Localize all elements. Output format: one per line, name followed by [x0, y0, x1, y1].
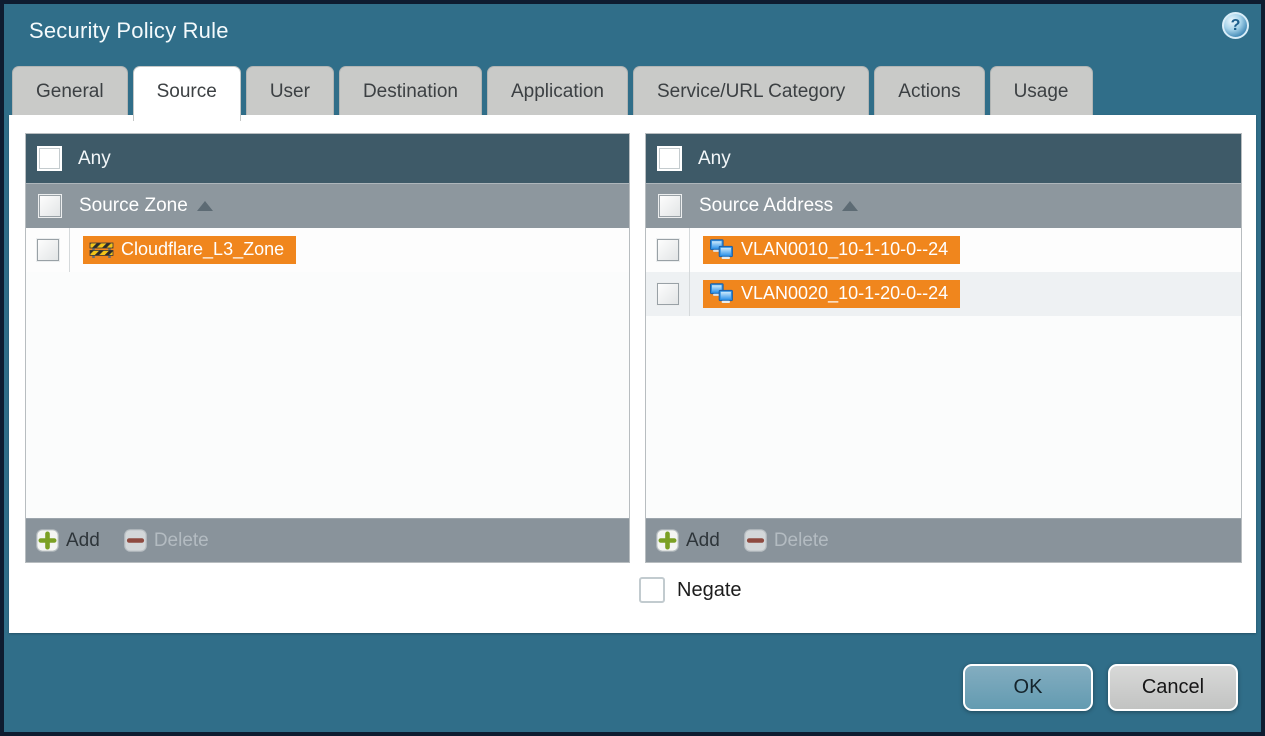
source-zone-any-header: Any [26, 134, 629, 183]
add-icon [36, 529, 59, 552]
dialog-title: Security Policy Rule [29, 18, 229, 43]
sort-ascending-icon [196, 201, 213, 211]
table-row: VLAN0010_10-1-10-0--24 [646, 228, 1241, 272]
cancel-button[interactable]: Cancel [1108, 664, 1238, 711]
tab-destination[interactable]: Destination [338, 66, 482, 115]
title-bar: Security Policy Rule ? [4, 4, 1261, 62]
negate-label: Negate [677, 578, 742, 601]
negate-checkbox[interactable] [639, 577, 665, 603]
tab-service-url-category[interactable]: Service/URL Category [632, 66, 870, 115]
source-address-item-label: VLAN0020_10-1-20-0--24 [741, 283, 949, 303]
add-icon [656, 529, 679, 552]
help-icon[interactable]: ? [1222, 12, 1249, 39]
source-zone-any-label: Any [78, 147, 111, 169]
row-checkbox-cell [26, 228, 70, 272]
delete-button-label: Delete [773, 529, 829, 551]
source-address-any-header: Any [646, 134, 1241, 183]
tab-source[interactable]: Source [132, 66, 241, 121]
source-address-column-title: Source Address [699, 195, 834, 216]
sort-ascending-icon [842, 201, 859, 211]
delete-icon [124, 529, 147, 552]
source-zone-footer: Add Delete [26, 518, 629, 562]
source-zone-item[interactable]: Cloudflare_L3_Zone [83, 236, 297, 264]
row-checkbox-cell [646, 228, 690, 272]
table-row: Cloudflare_L3_Zone [26, 228, 629, 272]
delete-icon [744, 529, 767, 552]
tab-user[interactable]: User [245, 66, 334, 115]
source-address-add-button[interactable]: Add [656, 529, 720, 552]
source-address-column-header[interactable]: Source Address [646, 183, 1241, 228]
source-zone-item-label: Cloudflare_L3_Zone [121, 239, 285, 259]
source-address-select-all-checkbox[interactable] [659, 195, 681, 217]
add-button-label: Add [686, 529, 720, 551]
source-address-row-checkbox[interactable] [656, 283, 679, 305]
source-zone-any-checkbox[interactable] [37, 146, 62, 171]
source-address-rows: VLAN0010_10-1-10-0--24 VLAN0020_10-1-20-… [646, 228, 1241, 518]
source-zone-row-checkbox[interactable] [36, 239, 59, 261]
tab-strip: General Source User Destination Applicat… [12, 66, 1093, 121]
source-zone-add-button[interactable]: Add [36, 529, 100, 552]
source-address-item[interactable]: VLAN0010_10-1-10-0--24 [703, 236, 961, 264]
source-address-item[interactable]: VLAN0020_10-1-20-0--24 [703, 280, 961, 308]
ok-button[interactable]: OK [963, 664, 1093, 711]
source-address-panel: Any Source Address VLAN0010_10-1-10-0--2… [645, 133, 1242, 563]
table-row: VLAN0020_10-1-20-0--24 [646, 272, 1241, 316]
source-zone-delete-button[interactable]: Delete [124, 529, 209, 552]
source-address-any-checkbox[interactable] [657, 146, 682, 171]
address-icon [710, 239, 733, 259]
source-zone-column-header[interactable]: Source Zone [26, 183, 629, 228]
tab-general[interactable]: General [12, 66, 128, 115]
source-zone-column-title: Source Zone [79, 195, 188, 216]
source-address-any-label: Any [698, 147, 731, 169]
source-zone-rows: Cloudflare_L3_Zone [26, 228, 629, 518]
tab-usage[interactable]: Usage [989, 66, 1093, 115]
security-policy-rule-dialog: Security Policy Rule ? General Source Us… [4, 4, 1261, 732]
source-address-item-label: VLAN0010_10-1-10-0--24 [741, 239, 949, 259]
source-address-footer: Add Delete [646, 518, 1241, 562]
zone-icon [89, 242, 114, 258]
add-button-label: Add [66, 529, 100, 551]
row-checkbox-cell [646, 272, 690, 316]
address-icon [710, 283, 733, 303]
source-address-row-checkbox[interactable] [656, 239, 679, 261]
negate-option: Negate [639, 577, 742, 603]
tab-actions[interactable]: Actions [874, 66, 985, 115]
source-zone-select-all-checkbox[interactable] [39, 195, 61, 217]
tab-application[interactable]: Application [487, 66, 628, 115]
source-address-delete-button[interactable]: Delete [744, 529, 829, 552]
dialog-action-buttons: OK Cancel [963, 664, 1238, 711]
source-zone-panel: Any Source Zone Cloudflare_L3_Zone Add D… [25, 133, 630, 563]
delete-button-label: Delete [153, 529, 209, 551]
source-tab-content: Any Source Zone Cloudflare_L3_Zone Add D… [9, 115, 1256, 633]
